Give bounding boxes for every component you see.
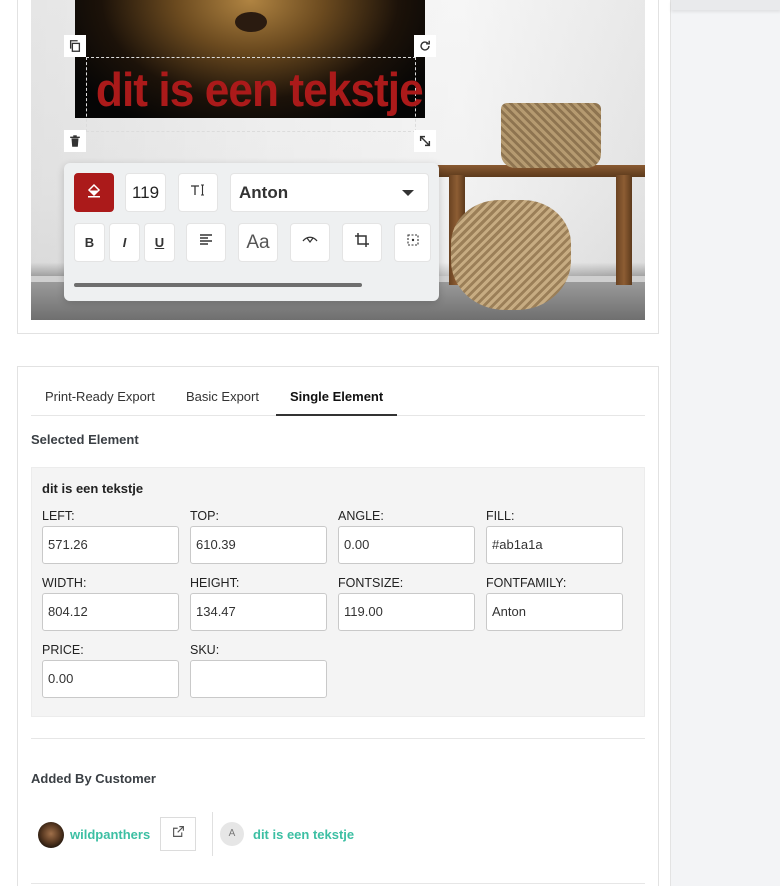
fontsize-label: FONTSIZE: [338, 576, 404, 590]
avatar [38, 822, 64, 848]
curve-text-icon [302, 232, 318, 253]
text-toolbar: 119 Anton B I U Aa [64, 163, 439, 301]
align-left-icon [198, 232, 214, 253]
section-divider [31, 738, 645, 739]
height-input[interactable]: 134.47 [190, 593, 327, 631]
export-tabs: Print-Ready Export Basic Export Single E… [31, 380, 645, 416]
panel-top-edge [671, 0, 780, 10]
left-input[interactable]: 571.26 [42, 526, 179, 564]
delete-icon[interactable] [64, 130, 86, 152]
fontfamily-input[interactable]: Anton [486, 593, 623, 631]
italic-button[interactable]: I [109, 223, 140, 262]
selected-element-heading: Selected Element [31, 432, 139, 447]
basket-image [501, 103, 601, 168]
tab-print-ready-export[interactable]: Print-Ready Export [31, 380, 169, 416]
top-label: TOP: [190, 509, 219, 523]
canvas-text-element[interactable]: dit is een tekstje [96, 58, 424, 122]
customer-user-link[interactable]: wildpanthers [70, 827, 150, 842]
sku-input[interactable] [190, 660, 327, 698]
vertical-divider [212, 812, 213, 856]
tab-single-element[interactable]: Single Element [276, 380, 398, 416]
tab-basic-export[interactable]: Basic Export [172, 380, 273, 416]
underline-button[interactable]: U [144, 223, 175, 262]
added-item-link[interactable]: dit is een tekstje [253, 827, 354, 842]
more-options-button[interactable] [394, 223, 431, 262]
resize-icon[interactable] [414, 130, 436, 152]
fill-color-button[interactable] [74, 173, 114, 212]
width-input[interactable]: 804.12 [42, 593, 179, 631]
chevron-down-icon [402, 189, 414, 196]
design-canvas[interactable]: dit is een tekstje 119 Anton B I U Aa [31, 0, 645, 320]
curve-text-button[interactable] [290, 223, 330, 262]
leopard-nose [235, 12, 267, 32]
left-label: LEFT: [42, 509, 75, 523]
fill-label: FILL: [486, 509, 515, 523]
align-button[interactable] [186, 223, 226, 262]
toolbar-scrollbar[interactable] [74, 283, 362, 287]
open-external-button[interactable] [160, 817, 196, 851]
basket-image [451, 200, 571, 310]
item-letter-avatar: A [220, 822, 244, 846]
duplicate-icon[interactable] [64, 35, 86, 57]
element-properties-panel: dit is een tekstje LEFT: 571.26 TOP: 610… [31, 467, 645, 717]
fill-bucket-icon [86, 182, 102, 203]
width-label: WIDTH: [42, 576, 87, 590]
font-size-input[interactable]: 119 [125, 173, 166, 212]
text-size-button[interactable] [178, 173, 218, 212]
angle-input[interactable]: 0.00 [338, 526, 475, 564]
font-family-value: Anton [239, 182, 289, 202]
angle-label: ANGLE: [338, 509, 384, 523]
rotate-icon[interactable] [414, 35, 436, 57]
bench-leg [616, 175, 632, 285]
fill-input[interactable]: #ab1a1a [486, 526, 623, 564]
top-input[interactable]: 610.39 [190, 526, 327, 564]
font-style-button[interactable]: Aa [238, 223, 278, 262]
added-by-customer-heading: Added By Customer [31, 771, 156, 786]
sku-label: SKU: [190, 643, 220, 657]
price-input[interactable]: 0.00 [42, 660, 179, 698]
more-options-icon [405, 232, 421, 253]
bold-button[interactable]: B [74, 223, 105, 262]
external-link-icon [172, 825, 185, 843]
fontfamily-label: FONTFAMILY: [486, 576, 567, 590]
font-family-select[interactable]: Anton [230, 173, 429, 212]
crop-button[interactable] [342, 223, 382, 262]
price-label: PRICE: [42, 643, 84, 657]
fontsize-input[interactable]: 119.00 [338, 593, 475, 631]
height-label: HEIGHT: [190, 576, 240, 590]
crop-icon [354, 232, 370, 253]
selected-element-name: dit is een tekstje [42, 481, 144, 496]
section-divider [31, 883, 645, 884]
right-side-panel [670, 0, 780, 886]
text-size-icon [190, 182, 206, 203]
